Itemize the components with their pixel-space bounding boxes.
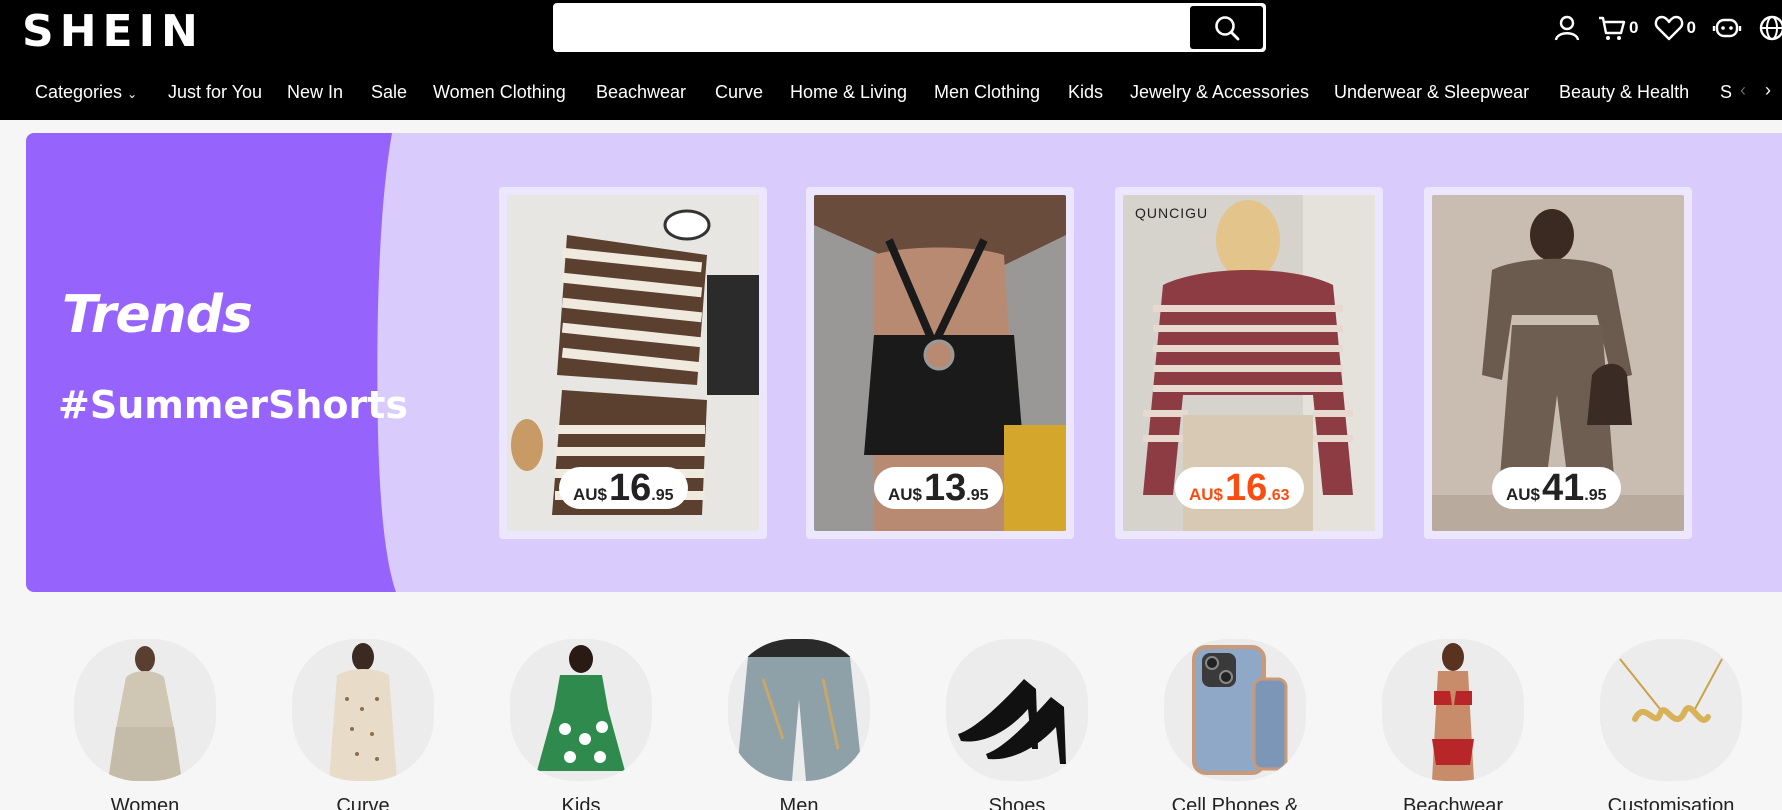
- nav-item-partial[interactable]: S: [1720, 82, 1732, 103]
- nav-scroll-controls: ‹ ›: [1740, 80, 1771, 101]
- category-label: Cell Phones &: [1171, 795, 1299, 810]
- nav-item-beachwear[interactable]: Beachwear: [596, 82, 686, 103]
- nav-item-men-clothing[interactable]: Men Clothing: [934, 82, 1040, 103]
- nav-item-beauty-health[interactable]: Beauty & Health: [1559, 82, 1689, 103]
- price-whole: 16: [1225, 467, 1268, 509]
- price-decimal: .95: [1584, 487, 1607, 504]
- price-tag: AU$ 16.63: [1175, 467, 1304, 509]
- nav-item-underwear-sleepwear[interactable]: Underwear & Sleepwear: [1334, 82, 1529, 103]
- category-label: Curve: [336, 795, 390, 810]
- product-card[interactable]: AU$ 41.95: [1424, 187, 1692, 539]
- category-label: Men: [779, 795, 819, 810]
- category-image: [1382, 639, 1524, 781]
- nav-item-curve[interactable]: Curve: [715, 82, 763, 103]
- search-bar: [553, 3, 1266, 52]
- language-button[interactable]: [1758, 14, 1782, 42]
- chevron-down-icon: ⌄: [127, 87, 138, 101]
- account-button[interactable]: [1553, 14, 1581, 42]
- user-icon: [1554, 15, 1580, 41]
- category-label: Kids: [561, 795, 601, 810]
- category-image: [292, 639, 434, 781]
- nav-item-just-for-you[interactable]: Just for You: [168, 82, 262, 103]
- price-currency: AU$: [573, 485, 608, 504]
- category-image: [1600, 639, 1742, 781]
- category-image: [510, 639, 652, 781]
- chevron-left-icon[interactable]: ‹: [1740, 80, 1746, 100]
- price-whole: 13: [924, 467, 967, 509]
- price-tag: AU$ 13.95: [874, 467, 1003, 509]
- category-label: Customisation: [1607, 795, 1735, 810]
- product-card[interactable]: QUNCIGU AU$ 16.63: [1115, 187, 1383, 539]
- price-whole: 41: [1542, 467, 1585, 509]
- wishlist-count: 0: [1686, 18, 1696, 37]
- category-label: Women: [110, 795, 180, 810]
- category-label: Shoes: [988, 795, 1046, 810]
- nav-item-sale[interactable]: Sale: [371, 82, 407, 103]
- category-image: [74, 639, 216, 781]
- cart-button[interactable]: 0: [1597, 14, 1638, 42]
- category-row: Women Curve Kids Men Shoes Cell Phones &: [0, 635, 1782, 810]
- price-whole: 16: [609, 467, 652, 509]
- trends-logo: Trends: [62, 285, 253, 345]
- cart-count: 0: [1629, 18, 1639, 37]
- price-currency: AU$: [888, 485, 923, 504]
- price-currency: AU$: [1506, 485, 1541, 504]
- globe-icon: [1759, 15, 1782, 41]
- nav-item-jewelry-accessories[interactable]: Jewelry & Accessories: [1130, 82, 1309, 103]
- support-icon: [1712, 18, 1742, 38]
- shein-logo[interactable]: SHEIN: [22, 6, 204, 57]
- cart-icon: [1599, 16, 1626, 40]
- category-label: Beachwear: [1402, 795, 1504, 810]
- banner-purple-panel: [26, 133, 396, 592]
- price-decimal: .95: [966, 487, 989, 504]
- product-card[interactable]: AU$ 16.95: [499, 187, 767, 539]
- nav-item-women-clothing[interactable]: Women Clothing: [433, 82, 566, 103]
- chevron-right-icon[interactable]: ›: [1765, 80, 1771, 100]
- search-icon: [1214, 15, 1239, 40]
- category-image: [1164, 639, 1306, 781]
- nav-item-new-in[interactable]: New In: [287, 82, 343, 103]
- wishlist-button[interactable]: 0: [1654, 14, 1696, 42]
- category-image: [946, 639, 1088, 781]
- price-decimal: .95: [651, 487, 674, 504]
- nav-item-categories[interactable]: Categories ⌄: [35, 82, 137, 103]
- price-tag: AU$ 41.95: [1492, 467, 1621, 509]
- category-image: [728, 639, 870, 781]
- category-nav: Categories ⌄ Just for You New In Sale Wo…: [0, 72, 1782, 116]
- price-currency: AU$: [1189, 485, 1224, 504]
- banner-hashtag: #SummerShorts: [58, 383, 409, 427]
- price-decimal: .63: [1267, 487, 1290, 504]
- heart-icon: [1655, 15, 1684, 41]
- nav-item-kids[interactable]: Kids: [1068, 82, 1103, 103]
- search-input[interactable]: [563, 11, 1183, 43]
- brand-tag: QUNCIGU: [1135, 205, 1209, 221]
- nav-item-home-living[interactable]: Home & Living: [790, 82, 907, 103]
- search-button[interactable]: [1190, 6, 1263, 49]
- support-button[interactable]: [1712, 14, 1742, 42]
- price-tag: AU$ 16.95: [559, 467, 688, 509]
- trends-banner[interactable]: Trends #SummerShorts AU$ 16 .95 AU$ 13 .…: [26, 133, 1782, 592]
- product-card[interactable]: AU$ 13.95: [806, 187, 1074, 539]
